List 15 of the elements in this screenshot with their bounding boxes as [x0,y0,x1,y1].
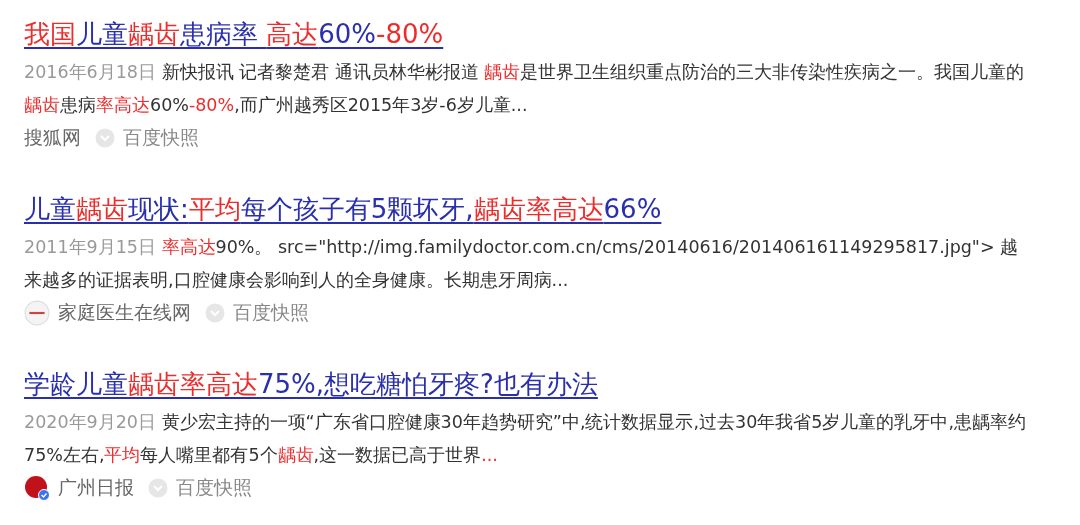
source-name[interactable]: 广州日报 [58,475,134,501]
result-title[interactable]: 儿童龋齿现状:平均每个孩子有5颗坏牙,龋齿率高达66% [24,194,662,224]
chevron-down-icon[interactable] [205,303,225,323]
result-snippet: 2016年6月18日 新快报讯 记者黎楚君 通讯员林华彬报道 龋齿是世界卫生组织重点防治的三大非传染性疾病之一。我国儿童的 龋齿患病率高达60%-80%,而广州越秀区2015年3岁-6岁儿童... [24,61,1026,117]
source-name[interactable]: 搜狐网 [24,125,81,151]
source-name[interactable]: 家庭医生在线网 [58,300,191,326]
result-snippet: 2011年9月15日 率高达90%。 src="http://img.familydoctor.com.cn/cms/20140616/201406161149295817.jpg"> 越来越多的证据表明,口腔健康会影响到人的全身健康。长期患牙周病... [24,236,1020,292]
result-title[interactable]: 学龄儿童龋齿率高达75%,想吃糖怕牙疼?也有办法 [24,369,598,399]
result-title[interactable]: 我国儿童龋齿患病率 高达60%-80% [24,19,444,49]
snapshot-link[interactable]: 百度快照 [123,125,199,151]
chevron-down-icon[interactable] [95,128,115,148]
chevron-down-icon[interactable] [148,478,168,498]
snapshot-link[interactable]: 百度快照 [176,475,252,501]
result-snippet: 2020年9月20日 黄少宏主持的一项“广东省口腔健康30年趋势研究”中,统计数据显示,过去30年我省5岁儿童的乳牙中,患龋率约75%左右,平均每人嘴里都有5个龋齿,这一数据已高于世界... [24,411,1028,467]
snapshot-link[interactable]: 百度快照 [233,300,309,326]
